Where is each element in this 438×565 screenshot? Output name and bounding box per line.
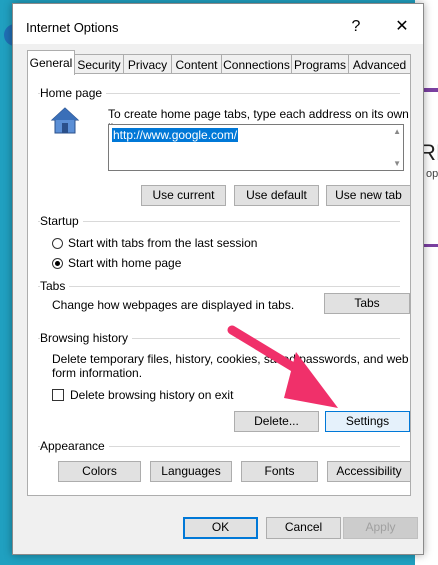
annotation-arrow-icon <box>227 325 338 408</box>
tab-general[interactable]: General <box>27 50 75 75</box>
